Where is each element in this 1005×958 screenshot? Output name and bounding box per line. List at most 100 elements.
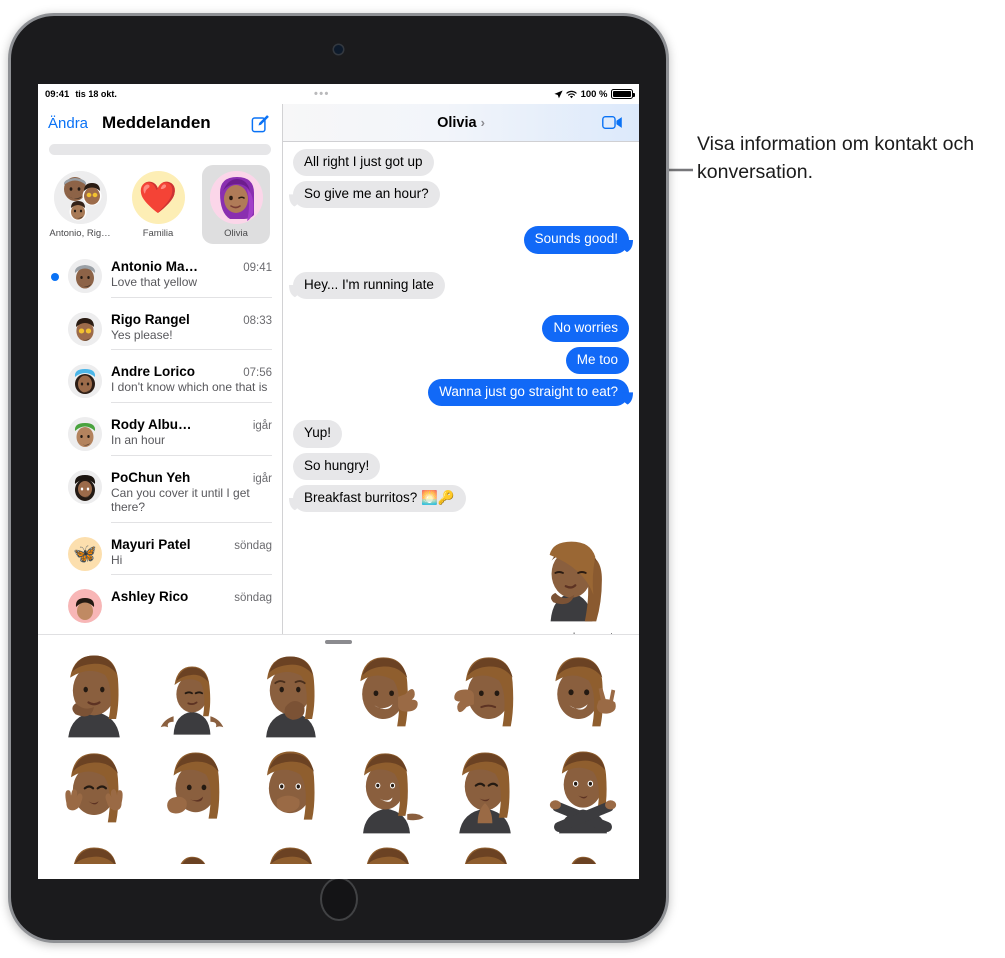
contact-name: Antonio Ma… xyxy=(111,259,198,274)
multitask-dots[interactable]: ••• xyxy=(314,84,330,104)
memoji-partial-4 xyxy=(367,847,410,864)
message-row: Breakfast burritos? 🌅🔑 xyxy=(293,484,629,512)
memoji-partial-6 xyxy=(571,856,597,864)
pinned-item-antonio-rig[interactable]: Antonio, Rig… xyxy=(46,165,114,244)
callout-annotation: Visa information om kontakt och konversa… xyxy=(697,131,997,186)
sticker-item[interactable] xyxy=(535,650,631,742)
sticker-item[interactable] xyxy=(144,842,240,864)
sticker-item[interactable] xyxy=(340,650,436,742)
message-bubble-incoming[interactable]: Hey... I'm running late xyxy=(293,271,445,299)
facetime-video-icon[interactable] xyxy=(602,115,623,130)
contact-name: Ashley Rico xyxy=(111,589,189,605)
message-preview: Yes please! xyxy=(111,327,173,342)
sticker-item[interactable] xyxy=(144,650,240,742)
message-bubble-incoming[interactable]: So hungry! xyxy=(293,452,381,480)
list-item[interactable]: Rigo Rangel 08:33 Yes please! xyxy=(38,305,282,358)
sticker-grid xyxy=(38,644,639,864)
ipad-device-frame: 09:41 tis 18 okt. ••• 100 % Ändra Meddel… xyxy=(8,13,669,943)
memoji-partial-2 xyxy=(180,856,205,864)
list-item-body: Mayuri Patel söndag Hi xyxy=(111,537,272,576)
message-row: So hungry! xyxy=(293,452,629,480)
sticker-item[interactable] xyxy=(46,746,142,838)
memoji-beard-turban xyxy=(68,469,102,504)
list-item-body: Andre Lorico 07:56 I don't know which on… xyxy=(111,364,272,403)
pinned-item-olivia[interactable]: Olivia xyxy=(202,165,270,244)
edit-button[interactable]: Ändra xyxy=(48,115,88,132)
multitask-dots-label: ••• xyxy=(314,88,330,100)
message-bubble-outgoing[interactable]: Wanna just go straight to eat? xyxy=(428,379,629,407)
message-row: Me too xyxy=(293,346,629,375)
list-item[interactable]: 🦋 Mayuri Patel söndag Hi xyxy=(38,530,282,583)
sticker-item[interactable] xyxy=(46,842,142,864)
conversation-header: Olivia › xyxy=(283,104,639,142)
message-bubble-incoming[interactable]: All right I just got up xyxy=(293,149,434,177)
list-item-body: Antonio Ma… 09:41 Love that yellow xyxy=(111,259,272,298)
status-bar: 09:41 tis 18 okt. ••• 100 % xyxy=(38,84,639,104)
list-item-body: PoChun Yeh igår Can you cover it until I… xyxy=(111,470,272,523)
sticker-item[interactable] xyxy=(46,650,142,742)
memoji-gray-beanie xyxy=(68,259,102,293)
memoji-shrug xyxy=(160,666,224,735)
message-row: Yup! xyxy=(293,420,629,448)
unread-indicator xyxy=(51,273,59,281)
search-input[interactable] xyxy=(49,144,271,155)
timestamp: 07:56 xyxy=(243,367,272,380)
timestamp: söndag xyxy=(234,539,272,552)
list-item[interactable]: Rody Albu… igår In an hour xyxy=(38,410,282,463)
message-bubble-incoming[interactable]: Yup! xyxy=(293,420,343,448)
list-item[interactable]: Ashley Rico söndag xyxy=(38,582,282,630)
memoji-praying xyxy=(459,752,511,834)
sticker-item[interactable] xyxy=(437,650,533,742)
list-item-body: Rody Albu… igår In an hour xyxy=(111,417,272,456)
memoji-hands-on-face xyxy=(65,753,123,823)
message-bubble-outgoing[interactable]: Me too xyxy=(565,346,629,375)
memoji-sticker-panel xyxy=(38,634,639,879)
chevron-right-icon[interactable]: › xyxy=(481,115,485,130)
callout-text: Visa information om kontakt och konversa… xyxy=(697,133,975,183)
sticker-item[interactable] xyxy=(340,842,436,864)
conversation-title[interactable]: Olivia xyxy=(437,115,477,131)
home-button[interactable] xyxy=(319,877,358,921)
message-bubble-incoming[interactable]: Breakfast burritos? 🌅🔑 xyxy=(293,484,466,512)
sticker-item[interactable] xyxy=(535,842,631,864)
status-left: 09:41 tis 18 okt. xyxy=(38,89,117,100)
timestamp: igår xyxy=(252,419,272,432)
sticker-item[interactable] xyxy=(242,842,338,864)
message-row: Hey... I'm running late xyxy=(293,271,629,299)
message-preview: Can you cover it until I get there? xyxy=(111,485,250,515)
memoji-partial-3 xyxy=(269,847,312,864)
sticker-item[interactable] xyxy=(340,746,436,838)
message-bubble-outgoing[interactable]: No worries xyxy=(542,314,629,342)
message-bubble-incoming[interactable]: So give me an hour? xyxy=(293,181,440,209)
front-camera xyxy=(334,45,343,54)
memoji-blue-beanie xyxy=(68,364,102,399)
message-bubble-outgoing[interactable]: Sounds good! xyxy=(523,226,629,254)
message-row: Sounds good! xyxy=(293,226,629,254)
sticker-message[interactable]: Levererat xyxy=(293,534,629,642)
location-arrow-icon xyxy=(554,89,563,98)
sticker-item[interactable] xyxy=(535,746,631,838)
list-item[interactable]: Antonio Ma… 09:41 Love that yellow xyxy=(38,252,282,305)
memoji-sticker-kiss xyxy=(549,541,602,622)
sticker-item[interactable] xyxy=(437,842,533,864)
status-time: 09:41 xyxy=(45,88,70,100)
list-item[interactable]: Andre Lorico 07:56 I don't know which on… xyxy=(38,357,282,410)
list-item-body: Rigo Rangel 08:33 Yes please! xyxy=(111,312,272,351)
memoji-green-cap xyxy=(68,416,102,451)
pinned-item-familia[interactable]: ❤️ Familia xyxy=(124,165,192,244)
memoji-thumbs-down xyxy=(454,657,514,727)
sidebar-header: Ändra Meddelanden xyxy=(38,104,282,142)
compose-icon[interactable] xyxy=(251,114,270,133)
list-item[interactable]: PoChun Yeh igår Can you cover it until I… xyxy=(38,463,282,530)
message-row: Wanna just go straight to eat? xyxy=(293,379,629,407)
ipad-screen: 09:41 tis 18 okt. ••• 100 % Ändra Meddel… xyxy=(38,84,639,879)
sticker-item[interactable] xyxy=(242,746,338,838)
sticker-item[interactable] xyxy=(437,746,533,838)
sticker-item[interactable] xyxy=(144,746,240,838)
conversation-list: Antonio Ma… 09:41 Love that yellow Rigo … xyxy=(38,252,282,630)
wifi-icon xyxy=(566,90,577,98)
sticker-item[interactable] xyxy=(242,650,338,742)
battery-percent: 100 % xyxy=(580,88,608,100)
timestamp: söndag xyxy=(234,592,272,605)
message-preview: In an hour xyxy=(111,432,166,447)
